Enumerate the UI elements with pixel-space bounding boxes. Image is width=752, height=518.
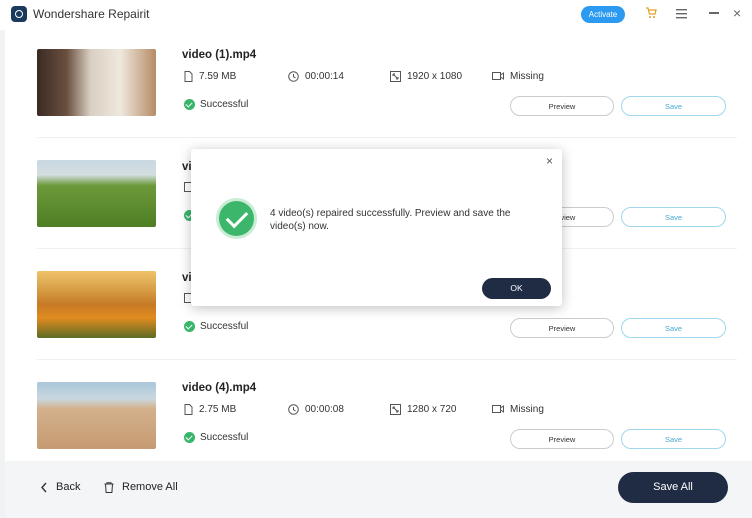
status: Successful xyxy=(184,321,248,332)
success-check-icon xyxy=(184,432,195,443)
back-label: Back xyxy=(56,481,81,493)
remove-all-label: Remove All xyxy=(122,481,178,493)
preview-button[interactable]: Preview xyxy=(510,318,614,338)
row-divider xyxy=(37,359,737,360)
success-check-icon xyxy=(184,321,195,332)
resolution-icon xyxy=(390,404,401,415)
save-button[interactable]: Save xyxy=(621,207,726,227)
save-button[interactable]: Save xyxy=(621,318,726,338)
title-bar: Wondershare Repairit Activate × xyxy=(0,0,752,30)
duration: 00:00:08 xyxy=(288,404,344,415)
duration-value: 00:00:08 xyxy=(305,404,344,416)
resolution: 1920 x 1080 xyxy=(390,71,462,82)
success-dialog: × 4 video(s) repaired successfully. Prev… xyxy=(191,149,562,306)
codec-value: Missing xyxy=(510,71,544,82)
app-title: Wondershare Repairit xyxy=(33,7,150,21)
resolution-value: 1280 x 720 xyxy=(407,404,457,416)
status-label: Successful xyxy=(200,321,249,333)
status-label: Successful xyxy=(200,99,249,111)
activate-button[interactable]: Activate xyxy=(581,6,625,23)
resolution: 1280 x 720 xyxy=(390,404,457,415)
video-filename: video (4).mp4 xyxy=(182,382,257,394)
success-check-icon xyxy=(184,99,195,110)
row-divider xyxy=(37,137,737,138)
codec: Missing xyxy=(492,71,544,82)
preview-button[interactable]: Preview xyxy=(510,429,614,449)
file-size-value: 7.59 MB xyxy=(199,71,237,83)
hamburger-menu-icon[interactable] xyxy=(676,8,687,19)
clock-icon xyxy=(288,71,299,82)
save-button[interactable]: Save xyxy=(621,429,726,449)
remove-all-button[interactable]: Remove All xyxy=(104,481,178,493)
file-size-value: 2.75 MB xyxy=(199,404,237,416)
close-icon[interactable]: × xyxy=(733,5,741,21)
status: Successful xyxy=(184,99,248,110)
save-all-button[interactable]: Save All xyxy=(618,472,728,503)
video-row: video (4).mp4 2.75 MB 00:00:08 1280 x 72… xyxy=(37,382,737,452)
video-thumbnail xyxy=(37,160,156,227)
codec-value: Missing xyxy=(510,404,544,415)
file-size: 7.59 MB xyxy=(184,71,236,82)
preview-button[interactable]: Preview xyxy=(510,96,614,116)
minimize-icon[interactable] xyxy=(709,12,719,14)
codec: Missing xyxy=(492,404,544,415)
resolution-value: 1920 x 1080 xyxy=(407,71,463,83)
clock-icon xyxy=(288,404,299,415)
video-camera-icon xyxy=(492,72,504,81)
video-row: video (1).mp4 7.59 MB 00:00:14 1920 x 10… xyxy=(37,49,737,119)
status-label: Successful xyxy=(200,432,249,444)
file-size: 2.75 MB xyxy=(184,404,236,415)
video-thumbnail xyxy=(37,382,156,449)
video-camera-icon xyxy=(492,405,504,414)
left-edge xyxy=(0,30,5,518)
video-thumbnail xyxy=(37,49,156,116)
cart-icon[interactable] xyxy=(645,7,657,19)
ok-button[interactable]: OK xyxy=(482,278,551,299)
repairit-logo-icon xyxy=(11,6,27,22)
save-button[interactable]: Save xyxy=(621,96,726,116)
video-thumbnail xyxy=(37,271,156,338)
dialog-message: 4 video(s) repaired successfully. Previe… xyxy=(270,208,511,232)
status: Successful xyxy=(184,432,248,443)
video-filename: video (1).mp4 xyxy=(182,49,257,61)
file-icon xyxy=(184,71,193,82)
success-check-icon xyxy=(219,201,254,236)
chevron-left-icon xyxy=(41,482,47,493)
back-button[interactable]: Back xyxy=(40,481,80,493)
dialog-close-icon[interactable]: × xyxy=(546,154,553,168)
trash-icon xyxy=(104,481,114,493)
resolution-icon xyxy=(390,71,401,82)
duration-value: 00:00:14 xyxy=(305,71,344,83)
duration: 00:00:14 xyxy=(288,71,344,82)
file-icon xyxy=(184,404,193,415)
